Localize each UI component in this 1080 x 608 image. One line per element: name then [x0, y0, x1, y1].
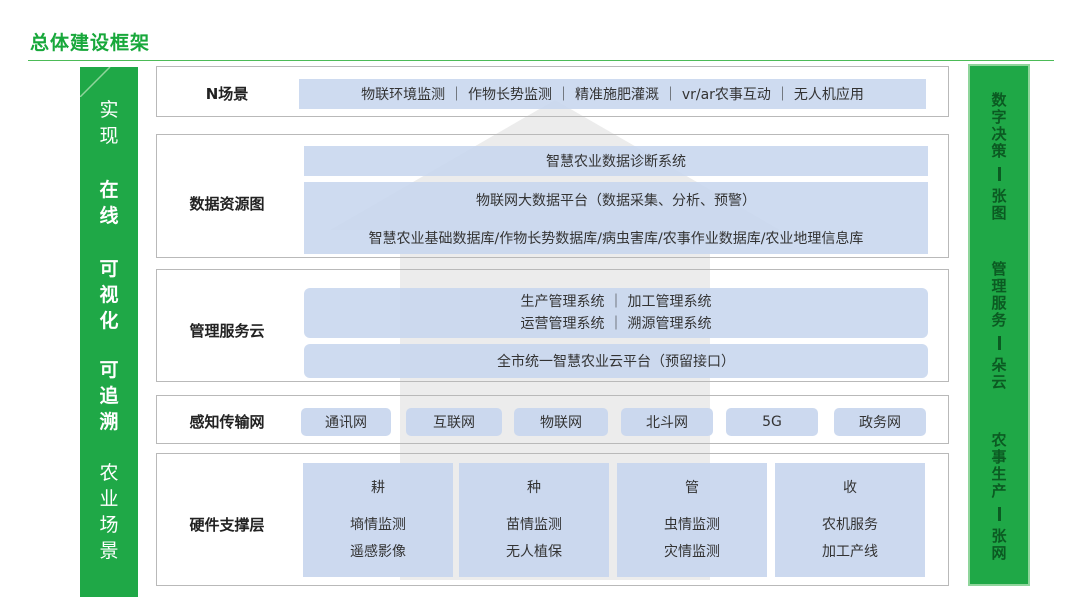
- hardware-item: 墒情监测: [350, 517, 406, 533]
- right-char: 策: [991, 142, 1007, 160]
- network-item: 通讯网: [301, 408, 391, 436]
- right-char: 管: [991, 260, 1007, 278]
- right-char: 网: [991, 544, 1007, 562]
- row-label-mgmt-cloud: 管理服务云: [189, 322, 265, 340]
- left-char: 在: [99, 179, 119, 201]
- left-char: 追: [99, 385, 119, 407]
- network-item: 政务网: [834, 408, 926, 436]
- left-group-3: 可 视 化: [80, 256, 138, 334]
- row-label-data-resources: 数据资源图: [189, 195, 265, 213]
- corner-diagonal-decoration: [80, 67, 111, 97]
- dash-mark: [997, 336, 1001, 350]
- row-mgmt-cloud: 管理服务云 生产管理系统 ｜ 加工管理系统 运营管理系统 ｜ 溯源管理系统 全市…: [156, 269, 949, 382]
- network-item: 互联网: [406, 408, 502, 436]
- hardware-item: 无人植保: [506, 544, 562, 560]
- left-char: 化: [99, 310, 119, 332]
- right-char: 字: [991, 108, 1007, 126]
- row-data-resources: 数据资源图 智慧农业数据诊断系统 物联网大数据平台（数据采集、分析、预警） 智慧…: [156, 134, 949, 258]
- dash-mark: [997, 167, 1001, 181]
- right-banner: 数 字 决 策 张 图 管 理 服 务 朵 云 农 事 生 产 张 网: [968, 64, 1030, 586]
- left-char: 可: [99, 359, 119, 381]
- data-diagnosis-system: 智慧农业数据诊断系统: [304, 146, 928, 176]
- right-char: 图: [991, 204, 1007, 222]
- hardware-column-plant: 种 苗情监测 无人植保: [459, 463, 609, 577]
- right-char: 云: [991, 373, 1007, 391]
- hardware-column-manage: 管 虫情监测 灾情监测: [617, 463, 767, 577]
- systems-line-2: 运营管理系统 ｜ 溯源管理系统: [520, 316, 712, 332]
- row-label-hardware: 硬件支撑层: [189, 516, 265, 534]
- right-char: 朵: [991, 356, 1007, 374]
- left-char: 场: [99, 514, 119, 536]
- right-group-2: 管 理 服 务 朵 云: [970, 261, 1028, 391]
- right-char: 务: [991, 311, 1007, 329]
- page-title: 总体建设框架: [30, 32, 151, 54]
- hardware-item: 农机服务: [822, 517, 878, 533]
- network-item: 物联网: [514, 408, 608, 436]
- right-char: 产: [991, 482, 1007, 500]
- left-char: 现: [99, 125, 119, 147]
- hardware-item: 虫情监测: [664, 517, 720, 533]
- right-group-3: 农 事 生 产 张 网: [970, 432, 1028, 562]
- right-char: 生: [991, 465, 1007, 483]
- scene-list: 物联环境监测 ｜ 作物长势监测 ｜ 精准施肥灌溉 ｜ vr/ar农事互动 ｜ 无…: [299, 79, 926, 109]
- management-systems: 生产管理系统 ｜ 加工管理系统 运营管理系统 ｜ 溯源管理系统: [304, 288, 928, 338]
- left-char: 线: [99, 205, 119, 227]
- hardware-column-title: 耕: [371, 480, 385, 496]
- network-item: 北斗网: [621, 408, 713, 436]
- left-char: 视: [99, 284, 119, 306]
- title-divider: [28, 60, 1054, 61]
- right-char: 理: [991, 277, 1007, 295]
- hardware-column-plough: 耕 墒情监测 遥感影像: [303, 463, 453, 577]
- right-group-1: 数 字 决 策 张 图: [970, 92, 1028, 222]
- left-char: 农: [99, 462, 119, 484]
- dash-mark: [997, 507, 1001, 521]
- right-char: 张: [991, 187, 1007, 205]
- right-char: 事: [991, 448, 1007, 466]
- left-char: 溯: [99, 411, 119, 433]
- unified-cloud-platform: 全市统一智慧农业云平台（预留接口）: [304, 344, 928, 378]
- left-group-4: 可 追 溯: [80, 357, 138, 435]
- database-list: 智慧农业基础数据库/作物长势数据库/病虫害库/农事作业数据库/农业地理信息库: [368, 231, 864, 247]
- left-char: 业: [99, 488, 119, 510]
- left-char: 实: [99, 99, 119, 121]
- row-scenes: N场景 物联环境监测 ｜ 作物长势监测 ｜ 精准施肥灌溉 ｜ vr/ar农事互动…: [156, 66, 949, 117]
- hardware-item: 加工产线: [822, 544, 878, 560]
- right-char: 服: [991, 294, 1007, 312]
- hardware-column-title: 收: [843, 480, 857, 496]
- network-item: 5G: [726, 408, 818, 436]
- systems-line-1: 生产管理系统 ｜ 加工管理系统: [520, 294, 712, 310]
- hardware-column-title: 种: [527, 480, 541, 496]
- hardware-column-harvest: 收 农机服务 加工产线: [775, 463, 925, 577]
- left-group-1: 实 现: [80, 97, 138, 149]
- left-char: 景: [99, 540, 119, 562]
- right-char: 决: [991, 125, 1007, 143]
- left-group-2: 在 线: [80, 177, 138, 229]
- row-label-scenes: N场景: [205, 85, 249, 103]
- left-group-5: 农 业 场 景: [80, 460, 138, 564]
- left-char: 可: [99, 258, 119, 280]
- right-char: 农: [991, 431, 1007, 449]
- right-char: 数: [991, 91, 1007, 109]
- hardware-item: 灾情监测: [664, 544, 720, 560]
- left-banner: 实 现 在 线 可 视 化 可 追 溯 农 业 场 景: [80, 67, 138, 597]
- hardware-column-title: 管: [685, 480, 699, 496]
- hardware-item: 遥感影像: [350, 544, 406, 560]
- hardware-item: 苗情监测: [506, 517, 562, 533]
- right-char: 张: [991, 527, 1007, 545]
- row-label-network: 感知传输网: [189, 413, 265, 431]
